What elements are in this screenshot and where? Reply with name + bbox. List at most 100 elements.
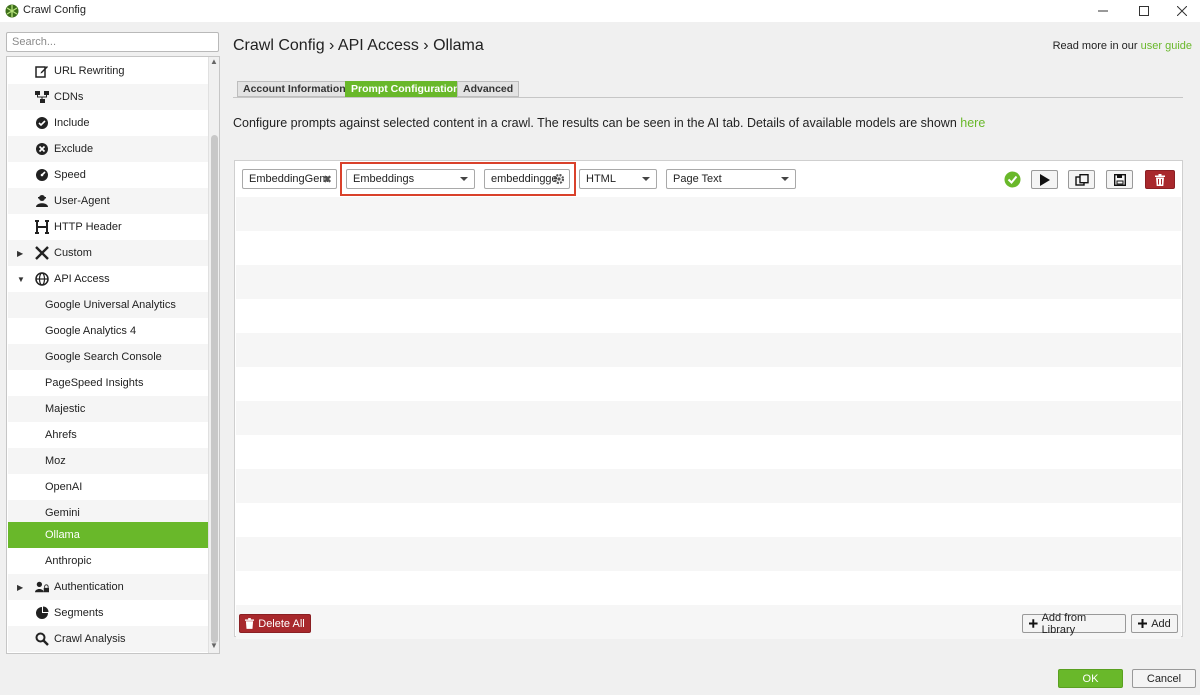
tab-prompt-configuration[interactable]: Prompt Configuration [345, 81, 466, 97]
delete-all-button[interactable]: Delete All [239, 614, 311, 633]
sidebar-item-label: CDNs [54, 91, 84, 103]
expand-arrow-icon[interactable]: ▶ [17, 583, 23, 592]
search-input[interactable] [6, 32, 219, 52]
sidebar-item-include[interactable]: Include [8, 110, 208, 136]
add-from-library-button[interactable]: Add from Library [1022, 611, 1126, 636]
sidebar-item-moz[interactable]: Moz [8, 448, 208, 474]
scrollbar-thumb[interactable] [211, 135, 218, 643]
breadcrumb: Crawl Config › API Access › Ollama [233, 37, 484, 54]
network-icon [35, 90, 49, 104]
chevron-down-icon [781, 177, 789, 181]
pie-chart-icon [35, 606, 49, 620]
user-guide-text: Read more in our user guide [1053, 40, 1192, 52]
minimize-icon[interactable] [1083, 0, 1123, 22]
sidebar-item-label: Include [54, 117, 90, 129]
sidebar-item-api-access[interactable]: ▼ API Access [8, 266, 208, 292]
clear-icon[interactable]: ✖ [323, 173, 332, 186]
scroll-down-icon[interactable]: ▼ [210, 641, 218, 650]
sidebar-item-label: Majestic [45, 403, 86, 415]
sidebar-item-label: Google Analytics 4 [45, 325, 137, 337]
duplicate-prompt-button[interactable] [1068, 170, 1095, 189]
sidebar-item-label: URL Rewriting [54, 65, 125, 77]
sidebar-item-label: Gemini [45, 507, 80, 519]
globe-icon [35, 272, 49, 286]
sidebar-item-label: Authentication [54, 581, 124, 593]
sidebar-item-label: OpenAI [45, 481, 83, 493]
sidebar-item-majestic[interactable]: Majestic [8, 396, 208, 422]
save-icon [1113, 173, 1126, 186]
prompt-name-value: EmbeddingGem [249, 173, 329, 185]
sidebar-item-cdns[interactable]: CDNs [8, 84, 208, 110]
sidebar-item-openai[interactable]: OpenAI [8, 474, 208, 500]
save-prompt-button[interactable] [1106, 170, 1133, 189]
tab-account-information[interactable]: Account Information [237, 81, 352, 97]
scroll-up-icon[interactable]: ▲ [210, 57, 218, 66]
add-button[interactable]: Add [1131, 614, 1178, 633]
add-from-library-label: Add from Library [1041, 611, 1087, 636]
sidebar-item-label: User-Agent [54, 195, 110, 207]
maximize-icon[interactable] [1124, 0, 1164, 22]
sidebar-item-label: Google Search Console [45, 351, 162, 363]
play-icon [1040, 173, 1050, 186]
check-circle-icon [35, 116, 49, 130]
sidebar-item-url-rewriting[interactable]: URL Rewriting [8, 58, 208, 84]
sidebar-item-label: PageSpeed Insights [45, 377, 144, 389]
app-spider-icon [5, 4, 19, 18]
content-source-select[interactable]: Page Text [666, 169, 796, 189]
edit-icon [35, 64, 49, 78]
copy-icon [1074, 173, 1089, 186]
settings-tree: URL Rewriting CDNs Include Exclude Speed… [6, 56, 220, 654]
sidebar-item-label: Segments [54, 607, 104, 619]
sidebar-item-segments[interactable]: Segments [8, 600, 208, 626]
sidebar-item-google-analytics-4[interactable]: Google Analytics 4 [8, 318, 208, 344]
run-prompt-button[interactable] [1031, 170, 1058, 189]
sidebar-item-custom[interactable]: ▶ Custom [8, 240, 208, 266]
prompt-name-field[interactable]: EmbeddingGem ✖ [242, 169, 337, 189]
sidebar-item-exclude[interactable]: Exclude [8, 136, 208, 162]
sidebar-item-label: HTTP Header [54, 221, 122, 233]
table-row [236, 333, 1181, 367]
content-source-value: Page Text [673, 173, 722, 185]
guide-prefix: Read more in our [1052, 40, 1141, 52]
sidebar-item-crawl-analysis[interactable]: Crawl Analysis [8, 626, 208, 652]
delete-prompt-button[interactable] [1145, 170, 1175, 189]
sidebar-item-user-agent[interactable]: User-Agent [8, 188, 208, 214]
tab-advanced[interactable]: Advanced [457, 81, 520, 97]
sidebar-item-anthropic[interactable]: Anthropic [8, 548, 208, 574]
sidebar-item-speed[interactable]: Speed [8, 162, 208, 188]
sidebar-item-label: Speed [54, 169, 86, 181]
ok-button[interactable]: OK [1058, 669, 1123, 688]
sidebar-item-pagespeed-insights[interactable]: PageSpeed Insights [8, 370, 208, 396]
sidebar-scrollbar[interactable]: ▲ ▼ [208, 57, 219, 653]
window-title: Crawl Config [23, 4, 86, 16]
table-row [236, 197, 1181, 231]
sidebar-item-label: Custom [54, 247, 92, 259]
plus-icon [1029, 619, 1038, 628]
speedometer-icon [35, 168, 49, 182]
plus-icon [1138, 619, 1148, 628]
collapse-arrow-icon[interactable]: ▼ [17, 275, 25, 284]
trash-icon [1155, 173, 1165, 186]
user-lock-icon [35, 580, 49, 594]
models-here-link[interactable]: here [960, 116, 985, 130]
sidebar-item-label: Moz [45, 455, 66, 467]
add-label: Add [1151, 617, 1171, 630]
description: Configure prompts against selected conte… [233, 116, 985, 130]
sidebar-item-label: Exclude [54, 143, 94, 155]
sidebar-item-google-universal-analytics[interactable]: Google Universal Analytics [8, 292, 208, 318]
header-h-icon [35, 220, 49, 234]
cancel-button[interactable]: Cancel [1132, 669, 1196, 688]
sidebar-item-google-search-console[interactable]: Google Search Console [8, 344, 208, 370]
highlight-box [340, 162, 576, 196]
trash-icon [245, 618, 255, 629]
sidebar-item-ahrefs[interactable]: Ahrefs [8, 422, 208, 448]
sidebar-item-ollama[interactable]: Ollama [8, 522, 208, 548]
user-guide-link[interactable]: user guide [1141, 40, 1192, 52]
sidebar-item-authentication[interactable]: ▶ Authentication [8, 574, 208, 600]
sidebar-item-http-header[interactable]: HTTP Header [8, 214, 208, 240]
table-row [236, 469, 1181, 503]
content-type-select[interactable]: HTML [579, 169, 657, 189]
close-icon[interactable] [1162, 0, 1200, 22]
expand-arrow-icon[interactable]: ▶ [17, 249, 23, 258]
sidebar-item-label: API Access [54, 273, 110, 285]
